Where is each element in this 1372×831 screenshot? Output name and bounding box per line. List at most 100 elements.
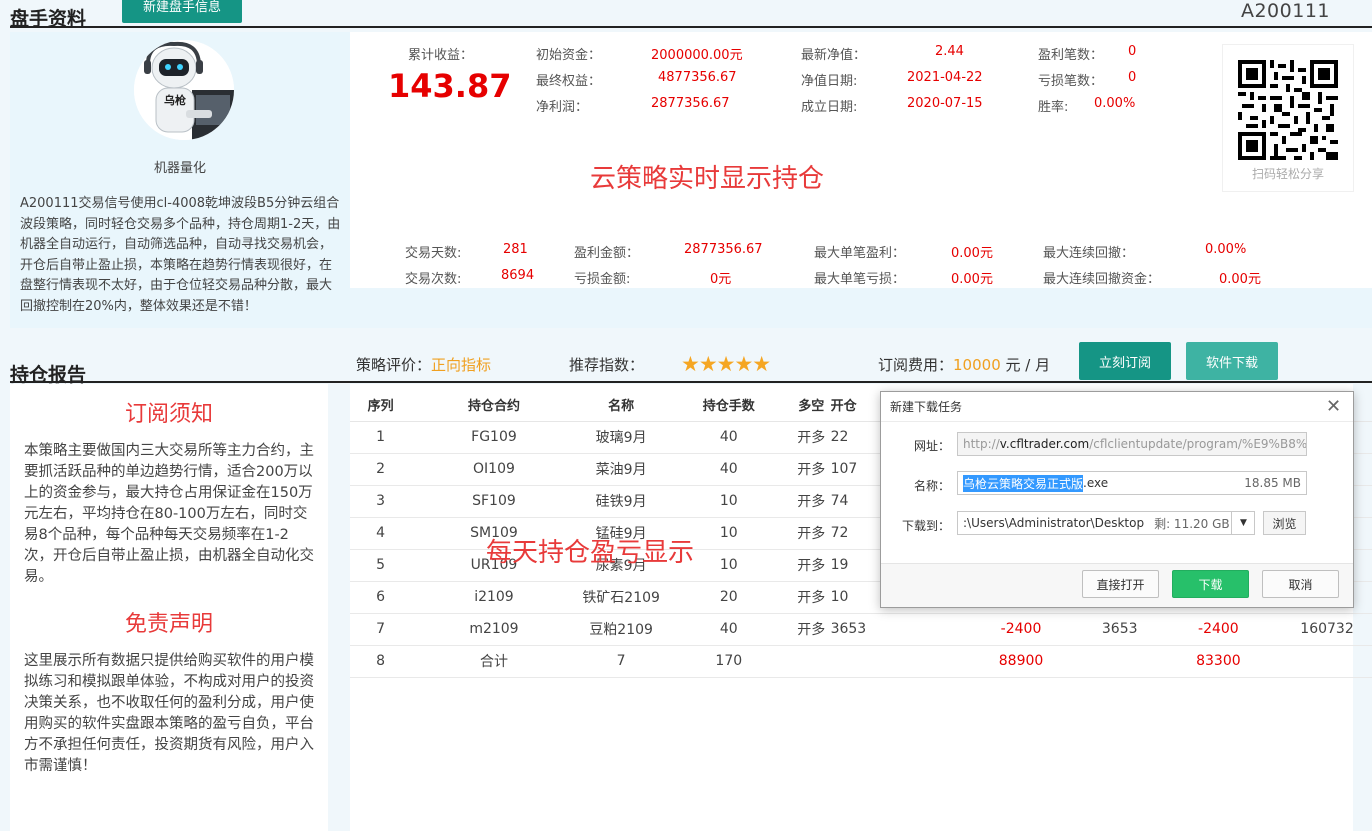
table-cell: 菜油9月 [576,453,666,486]
overlay-caption-daily-pnl: 每天持仓盈亏显示 [486,538,695,568]
table-cell: -2400 [957,613,1085,646]
stat-label: 初始资金： [536,48,602,63]
stat-label: 最新净值： [801,48,867,63]
stat-value: 0.00元 [951,246,993,261]
recommend-label: 推荐指数： [569,356,645,374]
table-cell: 豆粕2109 [576,613,666,646]
browse-button[interactable]: 浏览 [1263,511,1306,535]
stat-label: 亏损金额: [574,272,631,287]
stat-value: 0.00% [1205,242,1247,257]
strategy-description: A200111交易信号使用cl-4008乾坤波段B5分钟云组合波段策略，同时轻仓… [20,196,341,314]
table-cell: 10 [665,485,792,518]
stat-value: 8694 [501,268,535,283]
svg-text:乌枪: 乌枪 [164,93,186,107]
stat-value: 0元 [710,272,732,287]
table-cell: 40 [665,421,792,454]
disclaimer-text: 这里展示所有数据只提供给购买软件的用户模拟练习和模拟跟单体验，不构成对用户的投资… [24,653,314,774]
table-cell: 8 [350,645,412,678]
table-cell: OI109 [411,453,577,486]
stat-label: 最终权益： [536,74,602,89]
qr-code-icon[interactable] [1238,60,1338,160]
table-cell: 开多 [791,613,831,646]
subscription-notice-title: 订阅须知 [124,402,213,427]
table-cell: -2400 [1154,613,1283,646]
table-cell: 开多 [791,517,831,550]
table-cell: 7 [576,645,666,678]
stat-label: 最大连续回撤： [1043,246,1135,261]
cancel-button[interactable]: 取消 [1262,570,1339,598]
table-row: 8 合计 7 170 88900 83300 [350,645,1372,678]
open-directly-button[interactable]: 直接打开 [1082,570,1159,598]
column-header: 持仓合约 [411,389,577,422]
stat-label: 胜率: [1038,100,1069,115]
software-download-button[interactable]: 软件下载 [1186,342,1278,380]
table-cell: 88900 [957,645,1085,678]
save-to-label: 下载到： [902,519,951,533]
stat-value: 2021-04-22 [907,70,983,85]
stat-label: 交易次数: [405,272,462,287]
table-cell [830,645,958,678]
stat-value: 4877356.67 [658,70,737,85]
table-cell: FG109 [411,421,577,454]
holdings-divider [10,381,1372,383]
subscription-notice-text: 本策略主要做国内三大交易所等主力合约，主要抓活跃品种的单边趋势行情，适合200万… [24,443,314,585]
stat-label: 交易天数: [405,246,462,261]
column-header: 名称 [576,389,666,422]
qr-caption: 扫码轻松分享 [1251,167,1324,181]
table-cell: 7 [350,613,412,646]
cumulative-return-label: 累计收益： [408,48,474,63]
stat-value: 2020-07-15 [907,96,983,111]
table-cell: 硅铁9月 [576,485,666,518]
stat-label: 盈利金额： [574,246,640,261]
stat-value: 2877356.67 [684,242,763,257]
close-icon[interactable]: ✕ [1326,396,1341,417]
table-cell: 2 [350,453,412,486]
save-to-select[interactable]: :\Users\Administrator\Desktop 剩: 11.20 GB [957,511,1255,535]
table-cell: 6 [350,581,412,614]
dialog-title: 新建下载任务 [890,400,963,414]
table-cell [1084,645,1155,678]
table-cell: 40 [665,453,792,486]
strategy-rating: 策略评价：正向指标 [356,356,492,374]
overlay-caption-live-positions: 云策略实时显示持仓 [590,164,825,194]
table-cell: 开多 [791,549,831,582]
download-confirm-button[interactable]: 下载 [1172,570,1249,598]
new-trader-info-button[interactable]: 新建盘手信息 [122,0,242,23]
table-cell: i2109 [411,581,577,614]
table-cell: 铁矿石2109 [576,581,666,614]
robot-icon: 乌枪 [134,40,234,140]
column-header: 多空 [791,389,831,422]
table-cell: 开多 [791,581,831,614]
table-row: 7 m2109 豆粕2109 40 开多 3653 -2400 3653 -2400 160732 [350,613,1372,646]
cumulative-return-value: 143.87 [388,67,512,105]
table-cell: m2109 [411,613,577,646]
stat-value: 2000000.00元 [651,48,743,63]
table-cell: 1 [350,421,412,454]
table-cell: 83300 [1154,645,1283,678]
url-field[interactable]: http://v.cfltrader.com/cflclientupdate/p… [957,432,1307,456]
stat-value: 0 [1128,70,1137,85]
stat-label: 最大单笔盈利： [814,246,906,261]
column-header: 持仓手数 [665,389,792,422]
table-cell: 3653 [1084,613,1155,646]
subscribe-button[interactable]: 立刻订阅 [1079,342,1171,380]
subscription-fee: 订阅费用：10000 元 / 月 [878,356,1051,374]
table-cell: 160732 [1282,613,1372,646]
table-cell: 20 [665,581,792,614]
url-label: 网址： [914,439,951,453]
table-cell: 3 [350,485,412,518]
table-cell: 玻璃9月 [576,421,666,454]
stat-label: 盈利笔数： [1038,48,1104,63]
file-name-field[interactable]: 乌枪云策略交易正式版 .exe 18.85 MB [957,471,1307,495]
table-cell: 4 [350,517,412,550]
table-cell: 40 [665,613,792,646]
table-cell: 合计 [411,645,577,678]
stat-label: 最大连续回撤资金： [1043,272,1161,287]
table-cell: 开多 [791,485,831,518]
stat-label: 最大单笔亏损： [814,272,906,287]
avatar: 乌枪 [134,40,234,140]
stat-label: 成立日期: [801,100,858,115]
trader-name: 机器量化 [153,161,206,176]
chevron-down-icon[interactable]: ▼ [1231,511,1255,535]
table-cell: SF109 [411,485,577,518]
